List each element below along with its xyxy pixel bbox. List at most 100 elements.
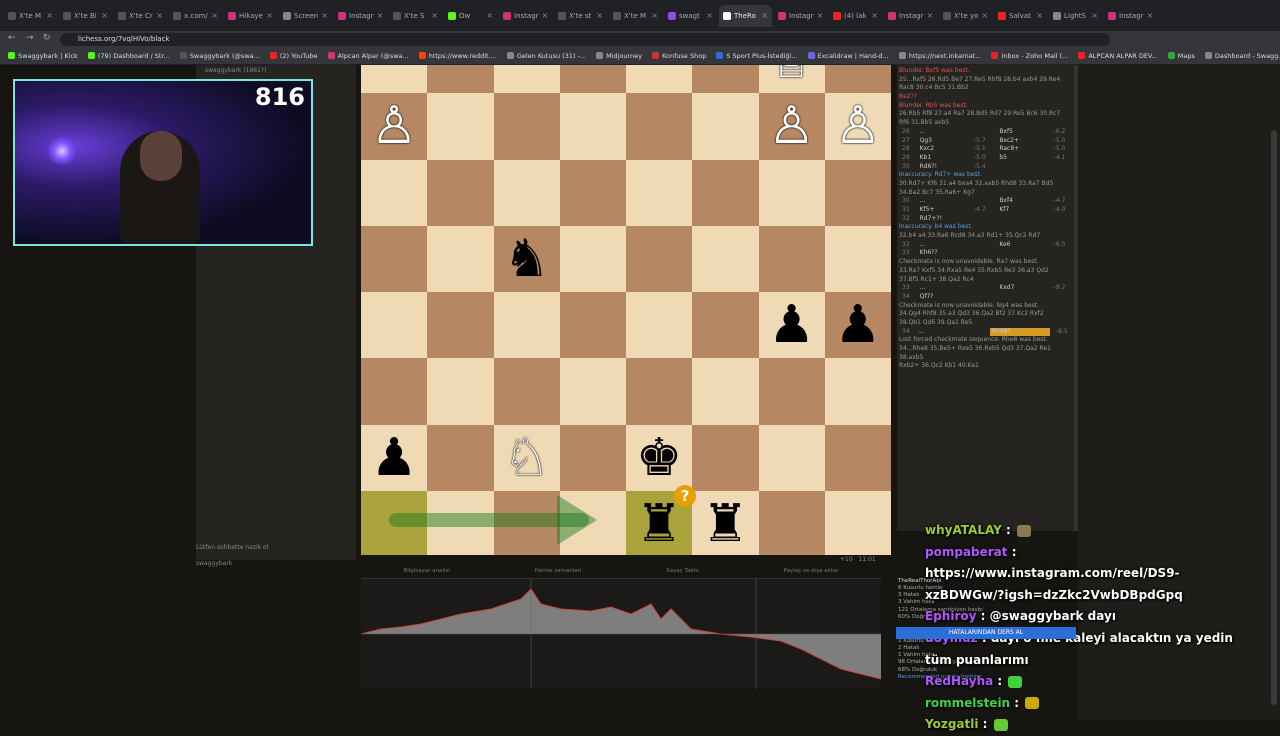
- white-move[interactable]: ...: [920, 284, 968, 293]
- browser-tab[interactable]: X'te Cr ×: [114, 5, 167, 27]
- browser-tab[interactable]: Ow ×: [444, 5, 497, 27]
- browser-tab[interactable]: Instagr ×: [774, 5, 827, 27]
- bookmark-item[interactable]: (79) Dashboard / Str...: [87, 52, 170, 60]
- move-row[interactable]: 29 Kb1 -5.0 b5 -4.1: [899, 154, 1073, 163]
- board-square[interactable]: [692, 225, 759, 292]
- board-square[interactable]: [692, 65, 759, 94]
- white-move[interactable]: ...: [918, 328, 961, 337]
- white-move[interactable]: ...: [920, 197, 968, 206]
- board-square[interactable]: [626, 292, 693, 359]
- board-square[interactable]: [824, 225, 891, 292]
- close-icon[interactable]: ×: [596, 11, 603, 20]
- board-square[interactable]: [427, 93, 494, 160]
- board-square[interactable]: [824, 424, 891, 491]
- board-square[interactable]: [758, 490, 825, 555]
- bookmark-item[interactable]: Maps: [1167, 52, 1195, 60]
- board-square[interactable]: [493, 65, 560, 94]
- board-square[interactable]: [361, 292, 428, 359]
- white-pawn[interactable]: ♙: [759, 93, 825, 159]
- board-square[interactable]: [692, 159, 759, 226]
- black-knight[interactable]: ♞: [494, 226, 560, 292]
- move-row[interactable]: 33 Kh6??: [899, 249, 1073, 258]
- white-queen[interactable]: ♕: [759, 65, 825, 93]
- board-square[interactable]: [559, 424, 626, 491]
- white-move[interactable]: Kb1: [920, 154, 968, 163]
- bookmark-item[interactable]: Alpcan Alpar (@swa...: [327, 52, 409, 60]
- board-square[interactable]: [692, 292, 759, 359]
- white-move[interactable]: ...: [920, 128, 968, 137]
- bookmark-item[interactable]: Dashboard - Swagg...: [1204, 52, 1280, 60]
- board-square[interactable]: [824, 358, 891, 425]
- black-move[interactable]: Ke6: [999, 241, 1047, 250]
- browser-tab[interactable]: Salvat ×: [994, 5, 1047, 27]
- browser-tab[interactable]: Instagr ×: [884, 5, 937, 27]
- board-square[interactable]: [626, 93, 693, 160]
- browser-tab[interactable]: swagt ×: [664, 5, 717, 27]
- browser-tab[interactable]: X'te M ×: [609, 5, 662, 27]
- white-move[interactable]: Qf7?: [920, 293, 968, 302]
- move-row[interactable]: 34... Rhd8? -8.5: [899, 327, 1073, 337]
- board-square[interactable]: [692, 424, 759, 491]
- board-square[interactable]: [692, 358, 759, 425]
- graph-tab[interactable]: Paylaş ve dışa aktar: [784, 568, 839, 574]
- board-square[interactable]: [427, 225, 494, 292]
- move-row[interactable]: 31 Kf5+ -4.7 Kf7 -4.0: [899, 206, 1073, 215]
- chat-username[interactable]: rommelstein: [925, 696, 1010, 710]
- white-knight[interactable]: ♘: [494, 425, 560, 491]
- page-scrollbar[interactable]: [1271, 130, 1277, 705]
- board-square[interactable]: [692, 93, 759, 160]
- board-square[interactable]: [626, 225, 693, 292]
- white-pawn[interactable]: ♙: [361, 93, 427, 159]
- evaluation-graph[interactable]: [360, 578, 882, 689]
- browser-tab[interactable]: Screen ×: [279, 5, 332, 27]
- white-move[interactable]: Kxc2: [920, 145, 968, 154]
- black-move[interactable]: [999, 249, 1047, 258]
- chess-board[interactable]: ♕♙♙♙♞♟♟♟♘♚♜♜?: [361, 65, 891, 555]
- bookmark-item[interactable]: Gelen Kutusu (31) -...: [506, 52, 586, 60]
- board-square[interactable]: [626, 358, 693, 425]
- white-pawn[interactable]: ♙: [825, 93, 891, 159]
- close-icon[interactable]: ×: [817, 11, 824, 20]
- move-row[interactable]: 28 Kxc2 -5.1 Rac8+ -5.0: [899, 145, 1073, 154]
- board-square[interactable]: [824, 65, 891, 94]
- black-king[interactable]: ♚: [626, 425, 692, 491]
- bookmark-item[interactable]: Swaggybark | Kick: [8, 52, 78, 60]
- board-square[interactable]: [824, 490, 891, 555]
- bookmark-item[interactable]: Inbox - Zoho Mail (...: [991, 52, 1068, 60]
- browser-tab[interactable]: Hikaye ×: [224, 5, 277, 27]
- black-move[interactable]: Bxf4: [999, 197, 1047, 206]
- black-move[interactable]: [999, 163, 1047, 172]
- board-square[interactable]: [559, 358, 626, 425]
- board-square[interactable]: [493, 93, 560, 160]
- bookmark-item[interactable]: ALPCAN ALPAR DEV...: [1078, 52, 1158, 60]
- bookmark-item[interactable]: S Sport Plus-İstediği...: [716, 52, 798, 60]
- white-move[interactable]: Qg3: [920, 137, 968, 146]
- chat-username[interactable]: Ephiroy: [925, 609, 976, 623]
- close-icon[interactable]: ×: [706, 11, 713, 20]
- white-move[interactable]: ...: [920, 241, 968, 250]
- bookmark-item[interactable]: Konfuse Shop: [652, 52, 706, 60]
- white-move[interactable]: Kf5+: [920, 206, 968, 215]
- move-row[interactable]: 32 Rd7+?!: [899, 215, 1073, 224]
- board-square[interactable]: [361, 159, 428, 226]
- browser-tab[interactable]: X'te yo ×: [939, 5, 992, 27]
- browser-tab[interactable]: X'te M ×: [4, 5, 57, 27]
- close-icon[interactable]: ×: [1091, 11, 1098, 20]
- black-pawn[interactable]: ♟: [361, 425, 427, 491]
- black-move[interactable]: Kxd7: [999, 284, 1047, 293]
- graph-tab[interactable]: Hamle zamanları: [535, 568, 582, 574]
- browser-tab[interactable]: x.com/×: [169, 5, 222, 27]
- board-square[interactable]: [626, 65, 693, 94]
- bookmark-item[interactable]: Midjourney: [596, 52, 642, 60]
- black-move[interactable]: Rhd8?: [989, 327, 1050, 337]
- board-square[interactable]: [427, 358, 494, 425]
- browser-tab[interactable]: X'te S ×: [389, 5, 442, 27]
- graph-tab[interactable]: Sayaç Tablo: [666, 568, 698, 574]
- board-square[interactable]: [559, 225, 626, 292]
- browser-tab[interactable]: LightS ×: [1049, 5, 1102, 27]
- board-square[interactable]: [361, 358, 428, 425]
- close-icon[interactable]: ×: [1036, 11, 1043, 20]
- chat-username[interactable]: RedHayha: [925, 674, 993, 688]
- bookmark-item[interactable]: https://next.inkarnat...: [898, 52, 981, 60]
- board-square[interactable]: [427, 159, 494, 226]
